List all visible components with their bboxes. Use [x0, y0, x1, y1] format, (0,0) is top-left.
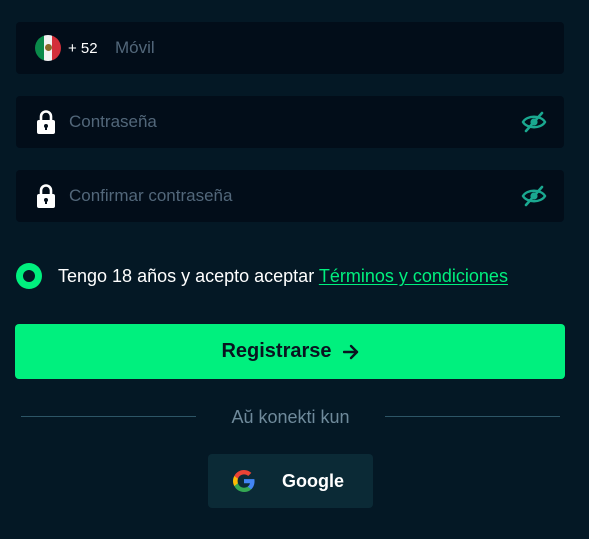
confirm-password-input[interactable] [69, 184, 509, 208]
register-button[interactable]: Registrarse [15, 324, 565, 379]
terms-radio[interactable] [16, 263, 42, 289]
confirm-password-field [16, 170, 564, 222]
terms-link[interactable]: Términos y condiciones [319, 266, 508, 286]
google-login-button[interactable]: Google [208, 454, 373, 508]
eye-slash-icon[interactable] [521, 110, 547, 134]
phone-input[interactable] [115, 36, 535, 60]
divider-text: Aŭ konekti kun [231, 407, 350, 427]
google-icon [233, 470, 255, 492]
google-label: Google [282, 471, 344, 491]
phone-field: + 52 [16, 22, 564, 74]
terms-label: Tengo 18 años y acepto aceptar Términos … [58, 264, 508, 288]
mexico-flag-icon[interactable] [35, 35, 61, 61]
country-code-prefix[interactable]: + 52 [68, 40, 98, 58]
terms-row: Tengo 18 años y acepto aceptar Términos … [16, 262, 508, 290]
lock-icon [37, 110, 55, 134]
password-input[interactable] [69, 110, 509, 134]
terms-text: Tengo 18 años y acepto aceptar [58, 266, 319, 286]
eye-slash-icon[interactable] [521, 184, 547, 208]
arrow-right-icon [342, 344, 358, 359]
divider-line-right [385, 416, 560, 417]
registration-form: + 52 Ten [0, 0, 589, 539]
lock-icon [37, 184, 55, 208]
register-label: Registrarse [221, 340, 332, 362]
divider-line-left [21, 416, 196, 417]
password-field [16, 96, 564, 148]
